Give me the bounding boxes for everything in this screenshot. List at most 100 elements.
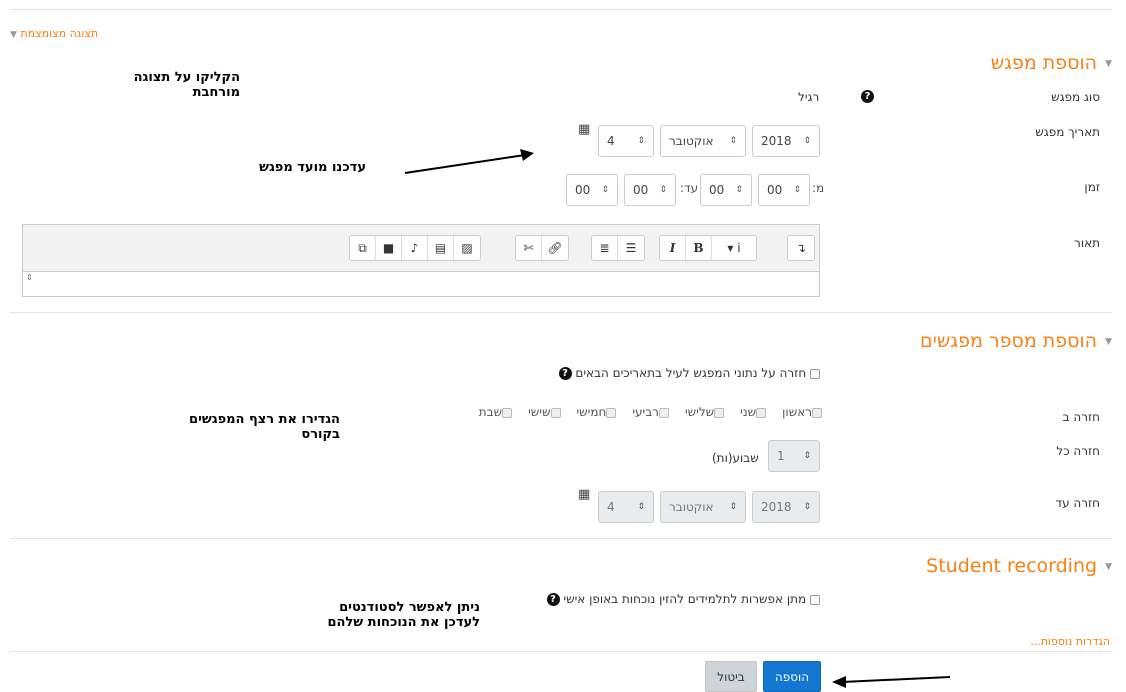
repeat-checkbox[interactable] bbox=[810, 368, 820, 379]
calendar-icon[interactable]: ▦ bbox=[578, 487, 590, 502]
video-icon[interactable]: ■ bbox=[376, 236, 402, 260]
until-year-select[interactable]: ⇕ 2018 bbox=[752, 491, 820, 523]
weekday-checkbox[interactable] bbox=[606, 407, 617, 418]
select-arrows-icon: ⇕ bbox=[729, 136, 737, 146]
time-to-minute-select[interactable]: ⇕ 00 bbox=[566, 174, 618, 206]
weekday-row: ראשון שני שלישי רביעי חמישי שישי שבת bbox=[479, 405, 822, 419]
weekday-checkbox[interactable] bbox=[812, 407, 822, 418]
numbered-list-icon[interactable]: ≣ bbox=[592, 236, 618, 260]
repeat-every-label: חזרה כל bbox=[1056, 444, 1100, 458]
media-file-icon[interactable]: ▤ bbox=[428, 236, 454, 260]
repeat-checkbox-row: חזרה על נתוני המפגש לעיל בתאריכים הבאים … bbox=[558, 366, 820, 380]
toolbar-group-text: I B ▾ i bbox=[659, 235, 757, 261]
annotation-update-time: עדכנו מועד מפגש bbox=[259, 160, 366, 175]
select-arrows-icon: ⇕ bbox=[793, 185, 801, 195]
annotation-arrow bbox=[832, 676, 951, 688]
student-recording-checkbox[interactable] bbox=[810, 594, 820, 605]
editor-toolbar: ↴ I B ▾ i ≣ ☰ ✄ 🔗︎ ⧉ ■ ♪ ▤ ▨ bbox=[23, 225, 819, 272]
annotation-arrow bbox=[404, 149, 534, 174]
annotation-students-line2: לעדכן את הנוכחות שלהם bbox=[327, 615, 480, 630]
italic-icon[interactable]: I bbox=[660, 236, 686, 260]
date-year-select[interactable]: ⇕ 2018 bbox=[752, 125, 820, 157]
weekday-friday[interactable]: שישי bbox=[528, 405, 561, 419]
weekday-checkbox[interactable] bbox=[550, 407, 561, 418]
bottom-divider bbox=[10, 651, 1112, 652]
calendar-icon[interactable]: ▦ bbox=[578, 122, 590, 137]
bold-icon[interactable]: B bbox=[686, 236, 712, 260]
select-arrows-icon: ⇕ bbox=[637, 502, 645, 512]
session-type-value: רגיל bbox=[798, 90, 820, 104]
help-icon[interactable]: ? bbox=[558, 367, 572, 380]
editor-resize-icon[interactable]: ⇕ bbox=[26, 273, 33, 282]
microphone-icon[interactable]: ♪ bbox=[402, 236, 428, 260]
select-arrows-icon: ⇕ bbox=[803, 502, 811, 512]
weekday-checkbox[interactable] bbox=[502, 407, 513, 418]
select-arrows-icon: ⇕ bbox=[601, 185, 609, 195]
time-from-hour-value: 00 bbox=[767, 183, 783, 197]
weekday-saturday[interactable]: שבת bbox=[478, 405, 513, 419]
time-from-minute-value: 00 bbox=[709, 183, 725, 197]
paragraph-style-icon[interactable]: ▾ i bbox=[712, 236, 756, 260]
section-multiple-sessions-title[interactable]: ▼ הוספת מספר מפגשים bbox=[920, 330, 1112, 352]
time-to-minute-value: 00 bbox=[575, 183, 591, 197]
repeat-every-unit: שבוע(ות) bbox=[712, 451, 759, 465]
weekday-checkbox[interactable] bbox=[714, 407, 725, 418]
time-label: זמן bbox=[1084, 180, 1100, 194]
time-from-hour-select[interactable]: ⇕ 00 bbox=[758, 174, 810, 206]
annotation-sequence: הגדירו את רצף המפגשים בקורס bbox=[160, 412, 340, 442]
select-arrows-icon: ⇕ bbox=[735, 185, 743, 195]
date-month-value: אוקטובר bbox=[669, 134, 714, 148]
weekday-label: ראשון bbox=[782, 405, 812, 419]
until-month-select[interactable]: ⇕ אוקטובר bbox=[660, 491, 746, 523]
weekday-checkbox[interactable] bbox=[756, 407, 767, 418]
time-from-minute-select[interactable]: ⇕ 00 bbox=[700, 174, 752, 206]
session-date-label: תאריך מפגש bbox=[1035, 125, 1100, 139]
image-icon[interactable]: ▨ bbox=[454, 236, 480, 260]
help-icon[interactable]: ? bbox=[861, 90, 874, 103]
collapse-toolbar-icon[interactable]: ↴ bbox=[788, 236, 814, 260]
link-icon[interactable]: 🔗︎ bbox=[542, 236, 568, 260]
weekday-sunday[interactable]: ראשון bbox=[782, 405, 822, 419]
select-arrows-icon: ⇕ bbox=[637, 136, 645, 146]
collapsed-view-link[interactable]: תצוגה מצומצמת ▼ bbox=[10, 27, 98, 40]
until-day-select[interactable]: ⇕ 4 bbox=[598, 491, 654, 523]
help-icon[interactable]: ? bbox=[546, 593, 560, 606]
session-type-label: סוג מפגש bbox=[1051, 90, 1100, 104]
section-collapse-icon: ▼ bbox=[1105, 336, 1112, 347]
annotation-expand-line1: הקליקו על תצוגה bbox=[133, 70, 240, 85]
date-month-select[interactable]: ⇕ אוקטובר bbox=[660, 125, 746, 157]
weekday-label: שבת bbox=[478, 405, 503, 419]
more-settings-link[interactable]: הגדרות נוספות... bbox=[1030, 635, 1110, 648]
time-to-label: עד: bbox=[680, 181, 699, 195]
section-add-session-title[interactable]: ▼ הוספת מפגש bbox=[991, 52, 1112, 74]
copy-icon[interactable]: ⧉ bbox=[350, 236, 376, 260]
unlink-icon[interactable]: ✄ bbox=[516, 236, 542, 260]
repeat-every-select[interactable]: ⇕ 1 bbox=[768, 440, 820, 472]
section-student-recording-title[interactable]: ▼ Student recording bbox=[926, 555, 1112, 577]
select-arrows-icon: ⇕ bbox=[659, 185, 667, 195]
weekday-wednesday[interactable]: רביעי bbox=[632, 405, 669, 419]
time-to-hour-select[interactable]: ⇕ 00 bbox=[624, 174, 676, 206]
section-multiple-sessions-label: הוספת מספר מפגשים bbox=[919, 330, 1098, 352]
cancel-button[interactable]: ביטול bbox=[705, 661, 757, 692]
date-year-value: 2018 bbox=[761, 134, 792, 148]
date-day-select[interactable]: ⇕ 4 bbox=[598, 125, 654, 157]
repeat-until-label: חזרה עד bbox=[1055, 496, 1100, 510]
annotation-expand-line2: מורחבת bbox=[192, 85, 240, 100]
weekday-checkbox[interactable] bbox=[658, 407, 669, 418]
date-day-value: 4 bbox=[607, 134, 615, 148]
weekday-label: שישי bbox=[528, 405, 551, 419]
description-editor: ↴ I B ▾ i ≣ ☰ ✄ 🔗︎ ⧉ ■ ♪ ▤ ▨ ⇕ bbox=[22, 224, 820, 297]
annotation-students-line1: ניתן לאפשר לסטודנטים bbox=[339, 600, 480, 615]
chevron-down-icon: ▼ bbox=[10, 30, 17, 40]
weekday-tuesday[interactable]: שלישי bbox=[685, 405, 725, 419]
weekday-monday[interactable]: שני bbox=[740, 405, 767, 419]
until-year-value: 2018 bbox=[761, 500, 792, 514]
until-month-value: אוקטובר bbox=[669, 500, 714, 514]
add-button[interactable]: הוספה bbox=[763, 661, 821, 692]
select-arrows-icon: ⇕ bbox=[729, 502, 737, 512]
bullet-list-icon[interactable]: ☰ bbox=[618, 236, 644, 260]
student-recording-label: מתן אפשרות לתלמידים להזין נוכחות באופן א… bbox=[563, 592, 807, 606]
weekday-thursday[interactable]: חמישי bbox=[577, 405, 617, 419]
annotation-expand-view: הקליקו על תצוגה מורחבת bbox=[110, 70, 240, 100]
